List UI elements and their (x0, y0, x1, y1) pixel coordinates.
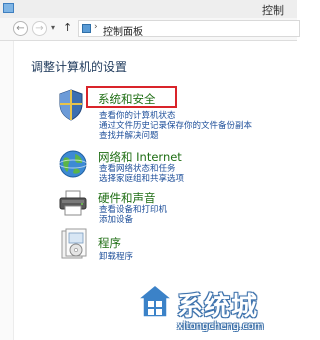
programs-icon[interactable] (60, 228, 88, 262)
watermark-name: 系统城 (177, 292, 259, 322)
forward-button[interactable]: → (32, 21, 47, 36)
printer-icon[interactable] (58, 190, 88, 216)
watermark-logo: 系统城 xitongcheng.com (137, 282, 293, 338)
watermark-url: xitongcheng.com (177, 321, 264, 332)
breadcrumb-separator-icon[interactable]: › (94, 22, 98, 32)
up-arrow-icon[interactable]: ↑ (63, 21, 72, 34)
troubleshoot-link[interactable]: 查找并解决问题 (99, 129, 159, 141)
uninstall-program-link[interactable]: 卸载程序 (99, 250, 133, 262)
network-globe-icon[interactable] (58, 149, 88, 179)
window-icon (3, 3, 14, 13)
address-bar[interactable]: › 控制面板 (78, 20, 300, 38)
homegroup-sharing-link[interactable]: 选择家庭组和共享选项 (99, 172, 184, 184)
title-bar: 控制 (0, 0, 297, 19)
system-security-heading[interactable]: 系统和安全 (98, 91, 156, 107)
control-panel-icon (82, 24, 91, 33)
watermark-house-icon (137, 284, 173, 318)
add-device-link[interactable]: 添加设备 (99, 213, 133, 225)
window-title: 控制 (262, 4, 284, 17)
breadcrumb-control-panel[interactable]: 控制面板 (103, 23, 143, 38)
page-title: 调整计算机的设置 (31, 60, 128, 74)
navigation-bar: ← → ▾ ↑ › 控制面板 (0, 18, 300, 41)
back-button[interactable]: ← (13, 21, 28, 36)
left-pane (0, 41, 14, 340)
recent-pages-chevron-icon[interactable]: ▾ (51, 23, 55, 32)
shield-icon[interactable] (58, 89, 84, 121)
programs-heading[interactable]: 程序 (98, 235, 121, 251)
